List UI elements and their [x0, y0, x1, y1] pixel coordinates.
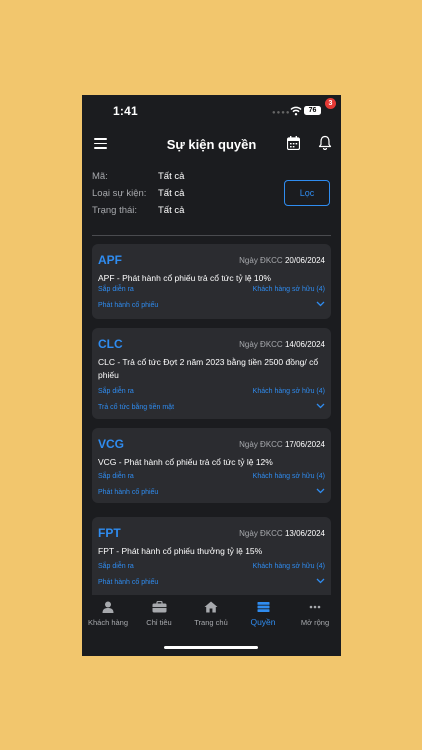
event-ticker[interactable]: VCG	[98, 437, 124, 451]
event-type: Trả cổ tức bằng tiền mặt	[98, 404, 175, 411]
home-indicator	[164, 646, 258, 649]
event-description: CLC - Trả cổ tức Đợt 2 năm 2023 bằng tiề…	[98, 357, 319, 380]
divider	[92, 235, 331, 236]
event-card[interactable]: FPT Ngày ĐKCC 13/06/2024 FPT - Phát hành…	[92, 517, 331, 607]
notification-badge: 3	[325, 98, 336, 109]
event-ticker[interactable]: FPT	[98, 526, 121, 540]
event-card[interactable]: VCG Ngày ĐKCC 17/06/2024 VCG - Phát hành…	[92, 428, 331, 503]
event-type: Phát hành cổ phiếu	[98, 579, 159, 586]
signal-icon: ●●●●	[272, 110, 291, 116]
chevron-down-icon[interactable]	[316, 488, 325, 494]
status-bar: 1:41 ●●●● 76	[82, 95, 341, 129]
wifi-icon	[290, 106, 302, 116]
filter-value: Tất cả	[158, 188, 185, 199]
tab-label: Chỉ tiêu	[146, 618, 172, 627]
home-icon	[204, 601, 218, 613]
event-status: Sắp diễn ra	[98, 563, 134, 570]
filter-label: Loại sự kiện:	[92, 188, 147, 199]
bell-icon[interactable]	[318, 135, 332, 150]
tab-chi-tieu[interactable]: Chỉ tiêu	[133, 601, 185, 627]
event-owner-link[interactable]: Khách hàng sở hữu (4)	[253, 286, 325, 293]
event-description: FPT - Phát hành cổ phiếu thưởng tỷ lệ 15…	[98, 546, 263, 556]
chevron-down-icon[interactable]	[316, 301, 325, 307]
event-type: Phát hành cổ phiếu	[98, 302, 159, 309]
calendar-icon[interactable]	[287, 136, 300, 150]
filter-label: Trạng thái:	[92, 205, 138, 216]
filter-value: Tất cả	[158, 171, 185, 182]
page-title: Sự kiện quyền	[166, 137, 257, 152]
status-time: 1:41	[113, 104, 138, 118]
event-card[interactable]: APF Ngày ĐKCC 20/06/2024 APF - Phát hành…	[92, 244, 331, 319]
event-date: Ngày ĐKCC 20/06/2024	[239, 256, 325, 265]
event-status: Sắp diễn ra	[98, 388, 134, 395]
event-description: VCG - Phát hành cổ phiếu trả cổ tức tỷ l…	[98, 457, 273, 467]
event-owner-link[interactable]: Khách hàng sở hữu (4)	[253, 473, 325, 480]
tab-quyen[interactable]: Quyền	[237, 601, 289, 627]
tab-mo-rong[interactable]: Mở rộng	[289, 601, 341, 627]
phone-screen: 1:41 ●●●● 76 Sự kiện quyền 3 Mã: Tất cả …	[82, 95, 341, 656]
person-icon	[102, 601, 114, 613]
tab-label: Khách hàng	[87, 618, 129, 627]
event-card[interactable]: CLC Ngày ĐKCC 14/06/2024 CLC - Trả cổ tứ…	[92, 328, 331, 419]
event-date: Ngày ĐKCC 13/06/2024	[239, 529, 325, 538]
event-date: Ngày ĐKCC 17/06/2024	[239, 440, 325, 449]
event-ticker[interactable]: APF	[98, 253, 122, 267]
battery-icon: 76	[304, 106, 321, 115]
tab-trang-chu[interactable]: Trang chủ	[185, 601, 237, 627]
tab-label: Trang chủ	[194, 618, 228, 627]
event-date: Ngày ĐKCC 14/06/2024	[239, 340, 325, 349]
event-owner-link[interactable]: Khách hàng sở hữu (4)	[253, 388, 325, 395]
event-type: Phát hành cổ phiếu	[98, 489, 159, 496]
tab-khach-hang[interactable]: Khách hàng	[82, 601, 134, 627]
app-header: Sự kiện quyền	[82, 129, 341, 159]
event-status: Sắp diễn ra	[98, 286, 134, 293]
event-status: Sắp diễn ra	[98, 473, 134, 480]
chevron-down-icon[interactable]	[316, 403, 325, 409]
tab-label: Mở rộng	[300, 618, 330, 627]
filter-button[interactable]: Lọc	[284, 180, 330, 206]
briefcase-icon	[152, 601, 166, 613]
event-description: APF - Phát hành cổ phiếu trả cổ tức tỷ l…	[98, 273, 271, 283]
filter-value: Tất cả	[158, 205, 185, 216]
filter-label: Mã:	[92, 171, 108, 182]
tab-label: Quyền	[250, 617, 276, 627]
event-owner-link[interactable]: Khách hàng sở hữu (4)	[253, 563, 325, 570]
chevron-down-icon[interactable]	[316, 578, 325, 584]
more-icon	[309, 605, 321, 609]
event-ticker[interactable]: CLC	[98, 337, 123, 351]
rights-icon	[257, 602, 269, 612]
